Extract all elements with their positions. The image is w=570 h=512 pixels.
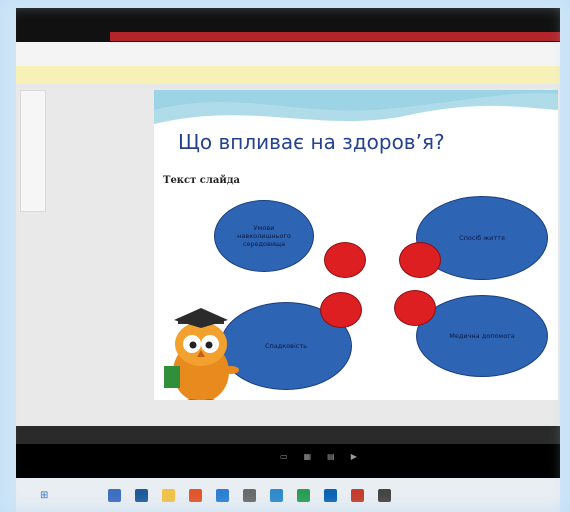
ribbon-menu <box>16 42 560 67</box>
notes-pane[interactable] <box>16 426 560 444</box>
red-connector-oval <box>324 242 366 278</box>
edge-icon[interactable] <box>135 488 149 502</box>
windows-taskbar: ⊞ <box>16 478 560 512</box>
slide-subtitle: Текст слайда <box>163 175 240 186</box>
reading-view-icon[interactable]: ▤ <box>327 452 335 461</box>
normal-view-icon[interactable]: ▭ <box>280 452 288 461</box>
app-icon[interactable] <box>297 488 311 502</box>
presentation-window: Що впливає на здоров’я? Текст слайда Умо… <box>16 8 560 478</box>
title-bar <box>16 8 560 42</box>
protected-view-bar <box>16 66 560 85</box>
windows-start-icon[interactable]: ⊞ <box>40 490 48 501</box>
slideshow-icon[interactable]: ▶ <box>351 452 357 461</box>
red-connector-oval <box>320 292 362 328</box>
chrome-icon[interactable] <box>189 488 203 502</box>
window-title-strip <box>110 32 560 41</box>
status-bar: ▭ ▦ ▤ ▶ <box>16 444 560 478</box>
powerpoint-icon[interactable] <box>351 488 365 502</box>
app-icon[interactable] <box>270 488 284 502</box>
taskview-icon[interactable] <box>108 488 122 502</box>
ellipse-environment: Умови навколишнього середовища <box>214 200 314 272</box>
owl-teacher-icon <box>164 308 239 400</box>
slide-thumbnails-panel[interactable] <box>20 90 46 212</box>
app-icon[interactable] <box>243 488 257 502</box>
slide-canvas[interactable]: Що впливає на здоров’я? Текст слайда Умо… <box>154 90 558 400</box>
file-explorer-icon[interactable] <box>162 488 176 502</box>
sorter-view-icon[interactable]: ▦ <box>304 452 312 461</box>
red-connector-oval <box>394 290 436 326</box>
slide-title: Що впливає на здоров’я? <box>178 130 445 154</box>
app-icon[interactable] <box>324 488 338 502</box>
red-connector-oval <box>399 242 441 278</box>
app-icon[interactable] <box>378 488 392 502</box>
editor-workspace: Що впливає на здоров’я? Текст слайда Умо… <box>16 84 560 426</box>
word-icon[interactable] <box>216 488 230 502</box>
